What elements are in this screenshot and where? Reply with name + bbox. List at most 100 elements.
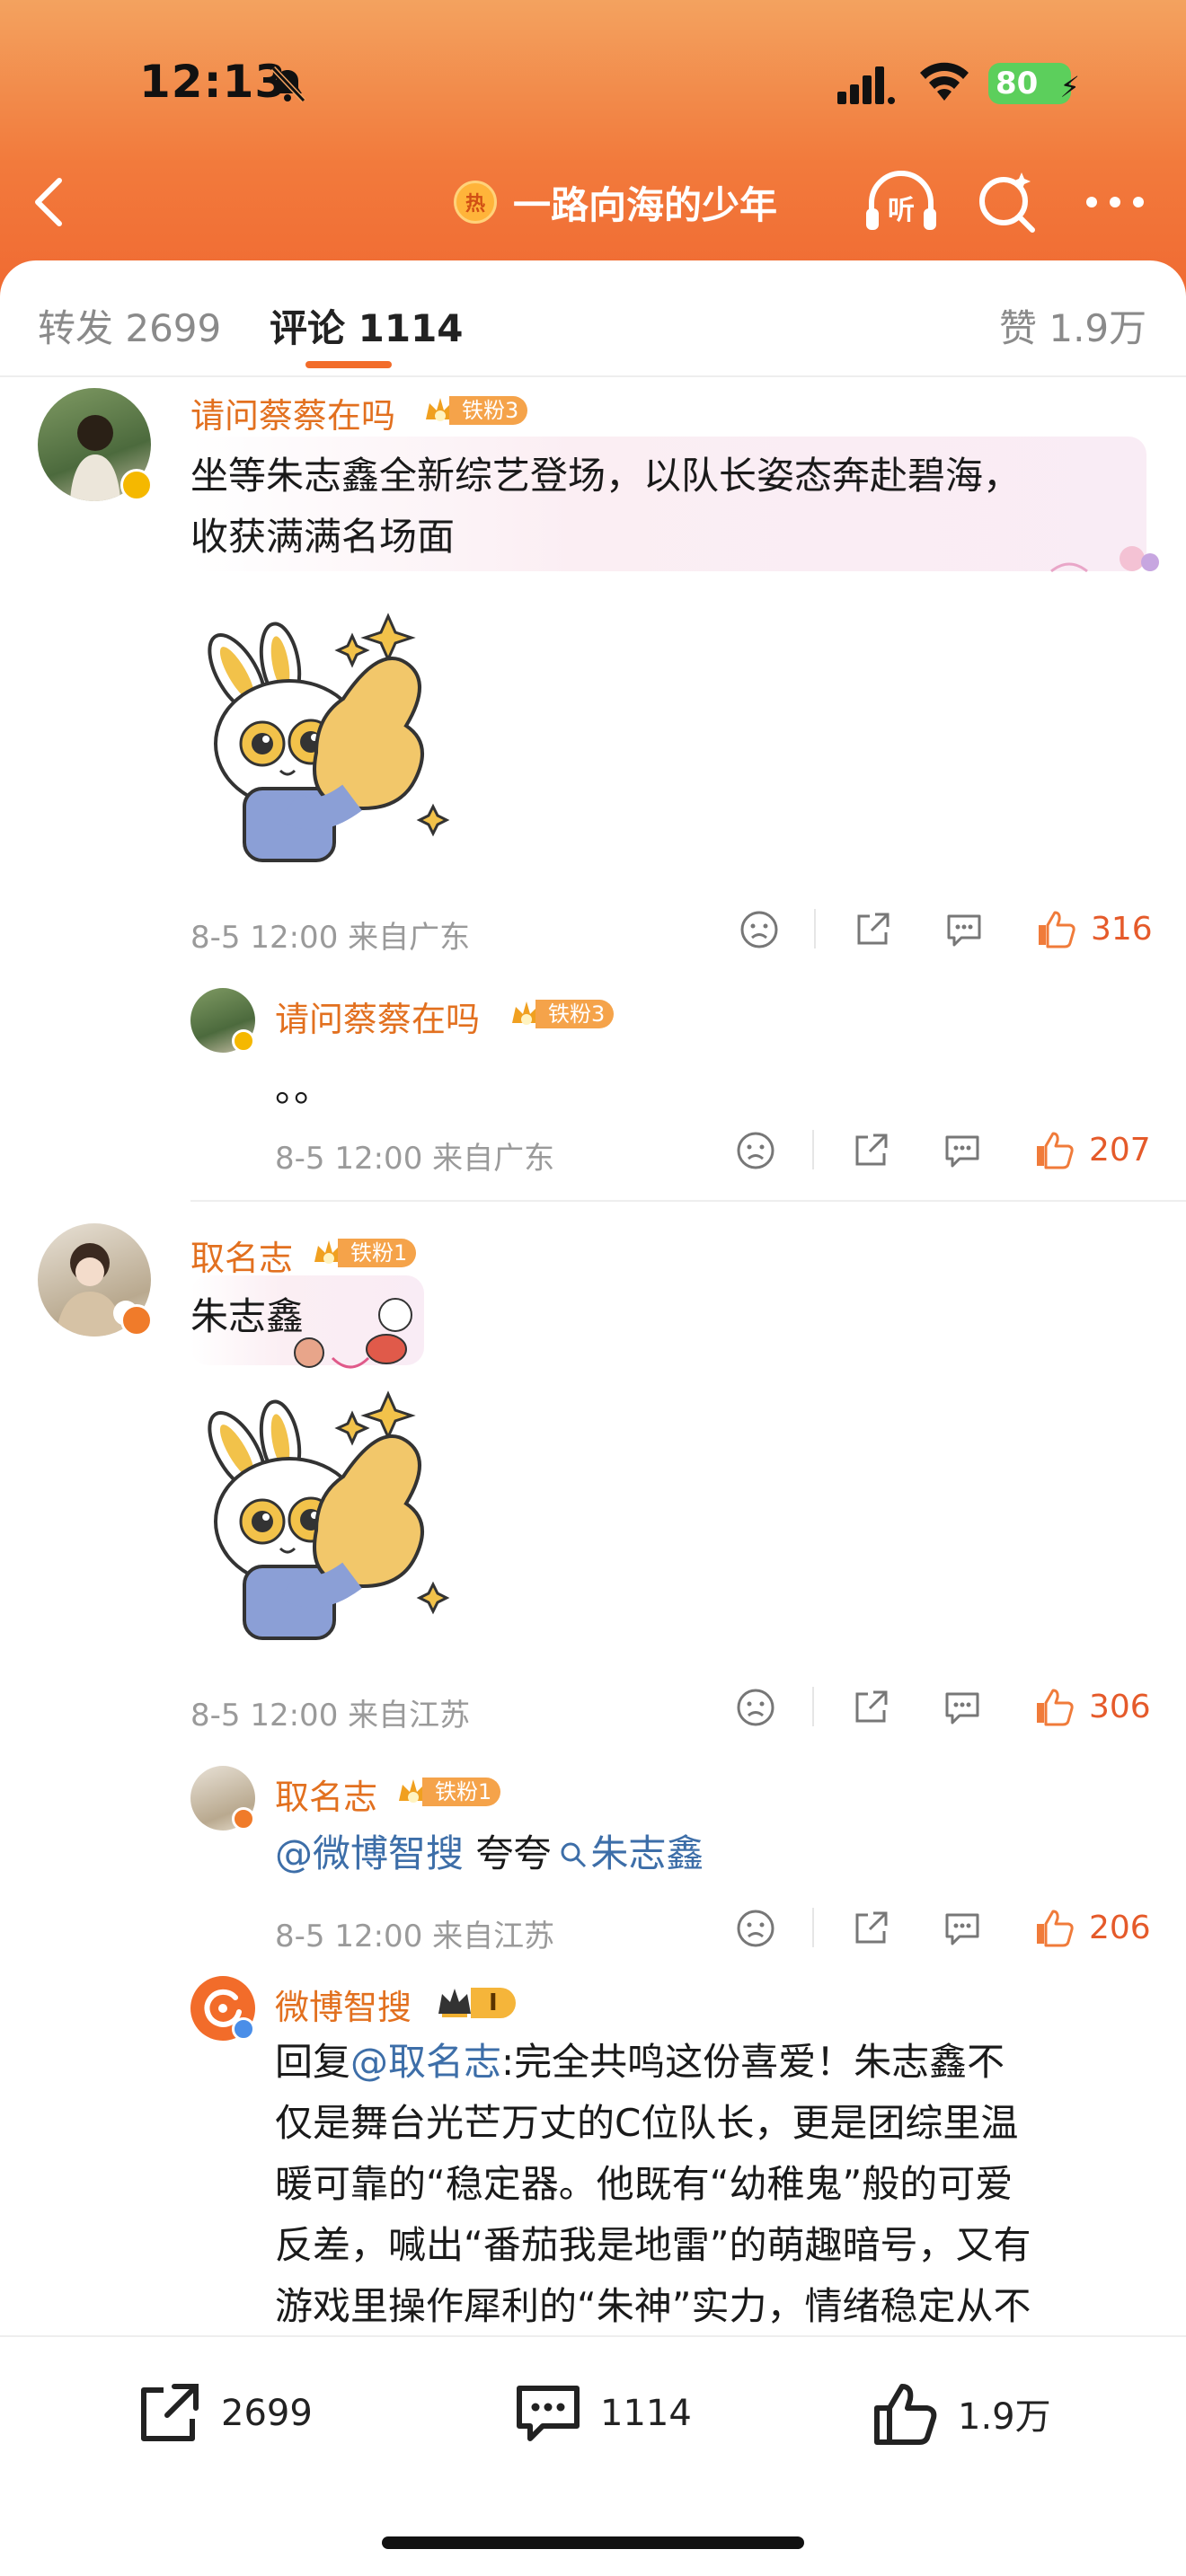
share-icon[interactable] — [850, 1130, 891, 1171]
reply-comment-icon[interactable] — [942, 1908, 983, 1949]
like-thumb-icon[interactable] — [1033, 1685, 1075, 1726]
action-separator — [812, 1908, 814, 1947]
tab-likes[interactable]: 赞 1.9万 — [999, 298, 1146, 353]
ai-reply-line: 暖可靠的“稳定器。他既有“幼稚鬼”般的可爱 — [275, 2162, 1013, 2206]
verified-badge-icon — [120, 469, 153, 501]
action-separator — [812, 1687, 814, 1726]
share-icon[interactable] — [852, 909, 893, 950]
bubble-decoration-icon — [1050, 546, 1159, 573]
fan-badge-label: 铁粉1 — [338, 1239, 417, 1267]
topic-title: 一路向海的少年 — [513, 182, 778, 227]
level-badge-label: I — [471, 1988, 516, 2018]
comment-text-line: 坐等朱志鑫全新综艺登场，以队长姿态奔赴碧海， — [190, 454, 1022, 498]
reply-username[interactable]: 微博智搜 — [275, 1980, 412, 2029]
reply-comment-icon[interactable] — [943, 909, 985, 950]
tab-bar: 转发 2699 评论 1114 赞 1.9万 — [0, 260, 1186, 377]
comment-meta: 8-5 12:00 来自江苏 — [190, 1698, 471, 1734]
tab-reposts[interactable]: 转发 2699 — [38, 298, 221, 353]
charging-bolt-icon: ⚡ — [1059, 70, 1080, 104]
reply-comment-icon[interactable] — [942, 1687, 983, 1728]
frown-emoji-icon[interactable] — [735, 1687, 776, 1728]
comment-text-line: 收获满满名场面 — [190, 515, 456, 559]
reply-prefix: 回复 — [275, 2040, 351, 2084]
like-count: 306 — [1089, 1689, 1151, 1725]
comment-icon — [517, 2386, 580, 2441]
hot-badge-icon: 热 — [454, 181, 497, 224]
signal-icon — [837, 66, 895, 104]
share-icon[interactable] — [850, 1908, 891, 1949]
ai-reply-line: 反差，喊出“番茄我是地雷”的萌趣暗号，又有 — [275, 2223, 1031, 2267]
fan-badge-label: 铁粉3 — [535, 1000, 615, 1028]
ai-reply-text: :完全共鸣这份喜爱！朱志鑫不 — [501, 2040, 1005, 2084]
bubble-decoration-icon — [294, 1298, 412, 1369]
reply-username[interactable]: 取名志 — [275, 1769, 377, 1819]
ai-reply-line: 游戏里操作犀利的“朱神”实力，情绪稳定从不 — [275, 2284, 1031, 2328]
battery-indicator: 80 ⚡ — [988, 63, 1080, 104]
fan-badge: 铁粉3 — [422, 393, 528, 428]
frown-emoji-icon[interactable] — [735, 1130, 776, 1171]
reply-text: @微博智搜 夸夸 朱志鑫 — [275, 1825, 704, 1883]
fan-badge: 铁粉1 — [395, 1775, 501, 1809]
fan-badge-label: 铁粉3 — [449, 396, 528, 425]
reply-meta: 8-5 12:00 来自江苏 — [275, 1919, 555, 1954]
like-thumb-icon[interactable] — [1033, 1128, 1075, 1169]
verified-badge-icon — [232, 1029, 255, 1053]
frown-emoji-icon[interactable] — [735, 1908, 776, 1949]
action-separator — [814, 909, 816, 948]
home-indicator — [382, 2536, 804, 2549]
mention-link[interactable]: @微博智搜 — [275, 1831, 464, 1875]
verified-badge-icon — [232, 1807, 255, 1831]
like-thumb-icon — [874, 2384, 937, 2445]
back-arrow-icon[interactable] — [29, 175, 68, 229]
like-total: 1.9万 — [958, 2396, 1051, 2438]
frown-emoji-icon[interactable] — [739, 909, 780, 950]
comment-meta: 8-5 12:00 来自广东 — [190, 920, 471, 956]
repost-button[interactable]: 2699 — [133, 2373, 313, 2454]
more-options-icon[interactable] — [1083, 180, 1147, 225]
wifi-icon — [920, 62, 969, 101]
fan-badge-label: 铁粉1 — [422, 1778, 501, 1806]
header: 12:13 80 ⚡ 热 一路向海的少年 听 — [0, 0, 1186, 296]
active-tab-indicator — [305, 361, 392, 368]
comment-button[interactable]: 1114 — [512, 2373, 692, 2454]
bell-off-icon — [270, 66, 306, 103]
reply-text: 。。 — [275, 1066, 332, 1110]
like-button[interactable]: 1.9万 — [870, 2373, 1051, 2454]
like-thumb-icon[interactable] — [1033, 1906, 1075, 1947]
level-badge: I — [435, 1985, 516, 2021]
weibo-comments-page: 12:13 80 ⚡ 热 一路向海的少年 听 转发 2699 评论 1114 赞… — [0, 0, 1186, 2576]
listen-headphones-icon[interactable]: 听 — [863, 169, 940, 234]
ai-search-icon[interactable] — [975, 169, 1040, 234]
search-link-label: 朱志鑫 — [590, 1831, 704, 1875]
comment-username[interactable]: 取名志 — [190, 1231, 293, 1280]
crown-icon — [438, 1989, 471, 2017]
verified-badge-icon — [232, 2017, 255, 2041]
listen-label: 听 — [888, 195, 915, 226]
mention-link[interactable]: @取名志 — [350, 2040, 501, 2084]
tabs-divider — [0, 375, 1186, 377]
like-thumb-icon[interactable] — [1035, 907, 1076, 948]
share-icon — [141, 2384, 199, 2441]
action-separator — [812, 1130, 814, 1169]
reply-comment-icon[interactable] — [942, 1130, 983, 1171]
comment-username[interactable]: 请问蔡蔡在吗 — [190, 388, 395, 437]
search-icon — [561, 1842, 587, 1868]
like-count: 207 — [1089, 1132, 1151, 1169]
like-count: 316 — [1091, 911, 1153, 948]
ai-reply-line: 回复@取名志:完全共鸣这份喜爱！朱志鑫不 — [275, 2033, 1005, 2091]
reply-text-span: 夸夸 — [464, 1831, 552, 1875]
reply-meta: 8-5 12:00 来自广东 — [275, 1141, 555, 1177]
like-count: 206 — [1089, 1910, 1151, 1946]
comment-count: 1114 — [600, 2393, 692, 2434]
share-icon[interactable] — [850, 1687, 891, 1728]
reply-username[interactable]: 请问蔡蔡在吗 — [275, 992, 480, 1041]
fan-badge: 铁粉1 — [311, 1236, 417, 1270]
fan-badge: 铁粉3 — [509, 997, 615, 1031]
repost-count: 2699 — [221, 2393, 313, 2434]
topic-title-group[interactable]: 热 一路向海的少年 — [454, 175, 777, 229]
tab-comments[interactable]: 评论 1114 — [270, 298, 464, 353]
bunny-thumbs-up-sticker — [208, 613, 450, 862]
battery-level: 80 — [996, 66, 1039, 101]
search-link[interactable]: 朱志鑫 — [551, 1831, 704, 1875]
bunny-thumbs-up-sticker — [208, 1390, 450, 1640]
